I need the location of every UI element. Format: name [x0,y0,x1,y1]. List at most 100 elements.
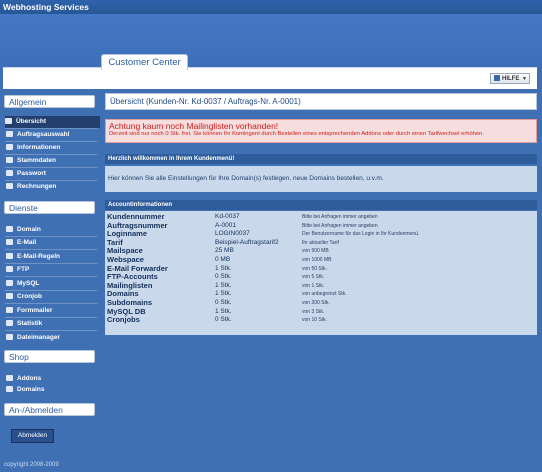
sidebar-item-dateimanager[interactable]: Dateimanager [6,332,100,344]
sidebar-item-mysql[interactable]: MySQL [6,278,100,290]
row-value: 1 Stk. [215,290,232,298]
copyright: copyright 2008-2009 [4,462,59,468]
sidebar-item-email-regeln[interactable]: E-Mail-Regeln [6,251,100,263]
row-note: von 10 Stk. [302,317,328,324]
key-icon [6,170,13,177]
row-label: Kundennummer [107,212,165,221]
sidebar-heading-an-abmelden: An-/Abmelden [4,403,95,416]
row-note: von 50 Stk. [302,265,328,272]
mail-icon [6,239,13,246]
row-value: 1 Stk. [215,281,232,289]
row-value: 0 Stk. [215,273,232,281]
sidebar-item-domain[interactable]: Domain [6,224,100,236]
clock-icon [6,293,13,300]
sidebar-item-statistik[interactable]: Statistik [6,318,100,330]
sidebar-item-uebersicht[interactable]: Übersicht [5,116,100,128]
row-value: 0 Stk. [215,299,232,306]
row-value: 0 Stk. [215,316,232,324]
divider [5,249,97,250]
row-note: von 3 Stk. [302,308,325,315]
table-row: Cronjobs 0 Stk. von 10 Stk. [105,316,537,324]
help-icon [494,75,500,82]
logout-button[interactable]: Abmelden [11,429,54,443]
table-row: Webspace 0 MB von 1000 MB [105,256,537,264]
form-icon [6,307,13,314]
table-row: Mailspace 25 MB von 500 MB [105,247,537,255]
row-note: von 200 Stk. [302,300,330,306]
page-title: Übersicht (Kunden-Nr. Kd-0037 / Auftrags… [105,93,537,110]
row-note: von 500 MB [302,248,329,255]
database-icon [6,280,13,287]
folder-icon [6,334,13,341]
account-heading: Accountinformationen [105,200,537,210]
alert-text: Derzeit sind nur noch 0 Stk. frei. Sie k… [109,131,484,137]
sidebar-item-informationen[interactable]: Informationen [6,142,100,154]
row-value: Beispiel-Auftragstarif2 [215,238,279,246]
row-note: von 5 Stk. [302,274,325,281]
alert-heading: Achtung kaum noch Mailinglisten vorhande… [109,121,279,131]
mail-rules-icon [6,253,13,260]
divider [5,276,97,277]
table-row: E-Mail Forwarder 1 Stk. von 50 Stk. [105,264,537,273]
globe-icon [6,226,13,233]
row-note: von 1000 MB [302,257,332,263]
info-icon [6,144,13,151]
row-value: Kd-0037 [215,213,240,220]
table-row: Domains 1 Stk. von unbegrenzt Stk. [105,290,537,298]
app-title: Webhosting Services [0,0,542,14]
row-label: Subdomains [107,298,153,307]
double-arrow-icon [6,375,13,382]
table-row: Subdomains 0 Stk. von 200 Stk. [105,299,537,307]
sidebar-heading-allgemein: Allgemein [4,95,95,108]
sidebar-item-email[interactable]: E-Mail [6,237,100,249]
sidebar-heading-dienste: Dienste [4,201,95,214]
row-note: Ihr aktueller Tarif [302,239,339,246]
sidebar-item-formmailer[interactable]: Formmailer [6,305,100,317]
chevron-down-icon: ▼ [522,76,527,82]
sidebar-item-auftragsauswahl[interactable]: Auftragsauswahl [6,129,100,141]
row-value: LOGIN0037 [215,230,250,238]
table-row: Mailinglisten 1 Stk. von 1 Stk. [105,281,537,290]
row-note: von 1 Stk. [302,282,325,289]
row-value: 1 Stk. [215,307,232,315]
row-value: 25 MB [215,247,234,255]
account-table: Kundennummer Kd-0037 Bitte bei Anfragen im… [105,211,537,335]
row-value: A-0001 [215,221,236,229]
table-row: Tarif Beispiel-Auftragstarif2 Ihr aktuelle… [105,238,537,247]
header-banner [0,14,542,72]
home-icon [5,118,12,125]
table-row: Loginname LOGIN0037 Der Benutzername für d… [105,230,537,238]
table-row: FTP-Accounts 0 Stk. von 5 Stk. [105,273,537,281]
row-note: Der Benutzername für das Login in Ihr Ku… [302,231,420,238]
user-icon [6,157,13,164]
welcome-text: Hier können Sie alle Einstellungen für I… [105,166,537,192]
sidebar-heading-shop: Shop [4,350,95,363]
sidebar-item-rechnungen[interactable]: Rechnungen [6,181,100,193]
ftp-icon [6,266,13,273]
table-row: Auftragsnummer A-0001 Bitte bei Anfragen i… [105,221,537,230]
row-label: Cronjobs [107,315,140,325]
row-value: 1 Stk. [215,264,232,272]
row-note: Bitte bei Anfragen immer angeben [302,214,378,220]
table-row: MySQL DB 1 Stk. von 3 Stk. [105,307,537,316]
invoice-icon [6,183,13,190]
help-button[interactable]: HILFE ▼ [490,73,530,84]
row-label: FTP-Accounts [107,272,158,282]
tab-strip [3,67,537,89]
help-label: HILFE [502,76,520,82]
sidebar-item-cronjob[interactable]: Cronjob [6,291,100,303]
tab-customer-center[interactable]: Customer Center [101,54,188,70]
sidebar-item-passwort[interactable]: Passwort [6,168,100,180]
divider [5,303,97,304]
divider [5,330,97,331]
warning-alert: Achtung kaum noch Mailinglisten vorhande… [105,119,537,143]
row-note: Bitte bei Anfragen immer angeben [302,222,378,229]
sidebar-item-domains[interactable]: Domains [6,384,100,396]
table-row: Kundennummer Kd-0037 Bitte bei Anfragen im… [105,213,537,221]
sidebar-item-stammdaten[interactable]: Stammdaten [6,155,100,167]
order-icon [6,131,13,138]
sidebar-item-ftp[interactable]: FTP [6,264,100,276]
row-note: von unbegrenzt Stk. [302,291,347,298]
row-value: 0 MB [215,256,231,263]
row-label: Loginname [107,229,148,239]
